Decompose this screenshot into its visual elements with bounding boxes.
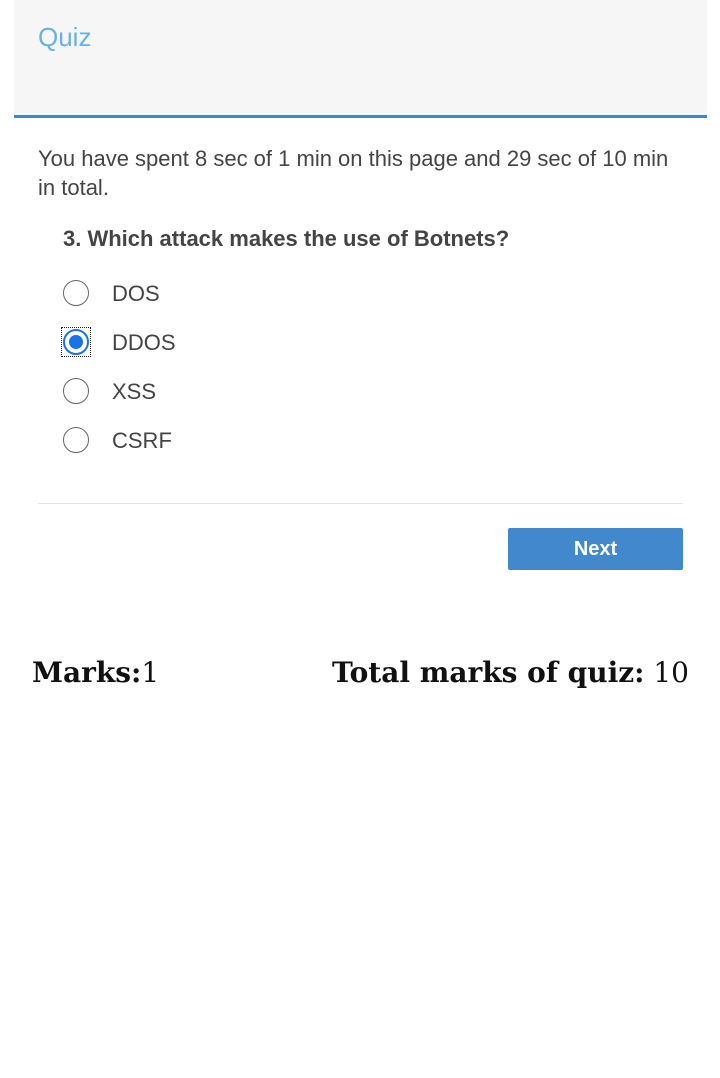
question-text: 3. Which attack makes the use of Botnets… (63, 226, 510, 251)
marks-value: 1 (141, 656, 160, 689)
next-button[interactable]: Next (508, 528, 683, 570)
page-title: Quiz (38, 22, 92, 52)
time-spent-text: You have spent 8 sec of 1 min on this pa… (38, 146, 669, 200)
quiz-header: Quiz (14, 0, 707, 118)
total-marks-display: Total marks of quiz: 10 (332, 656, 689, 689)
total-marks-value: 10 (653, 656, 689, 689)
option-label-csrf[interactable]: CSRF (112, 428, 172, 454)
total-marks-label: Total marks of quiz: (331, 656, 645, 689)
option-label-ddos[interactable]: DDOS (112, 330, 176, 356)
radio-csrf[interactable] (63, 427, 89, 453)
radio-xss[interactable] (63, 378, 89, 404)
radio-dos[interactable] (63, 280, 89, 306)
option-label-dos[interactable]: DOS (112, 281, 160, 307)
radio-ddos[interactable] (63, 329, 89, 355)
marks-display: Marks:1 (32, 656, 159, 689)
marks-label: Marks: (32, 656, 142, 689)
option-label-xss[interactable]: XSS (112, 379, 156, 405)
divider (38, 503, 683, 504)
